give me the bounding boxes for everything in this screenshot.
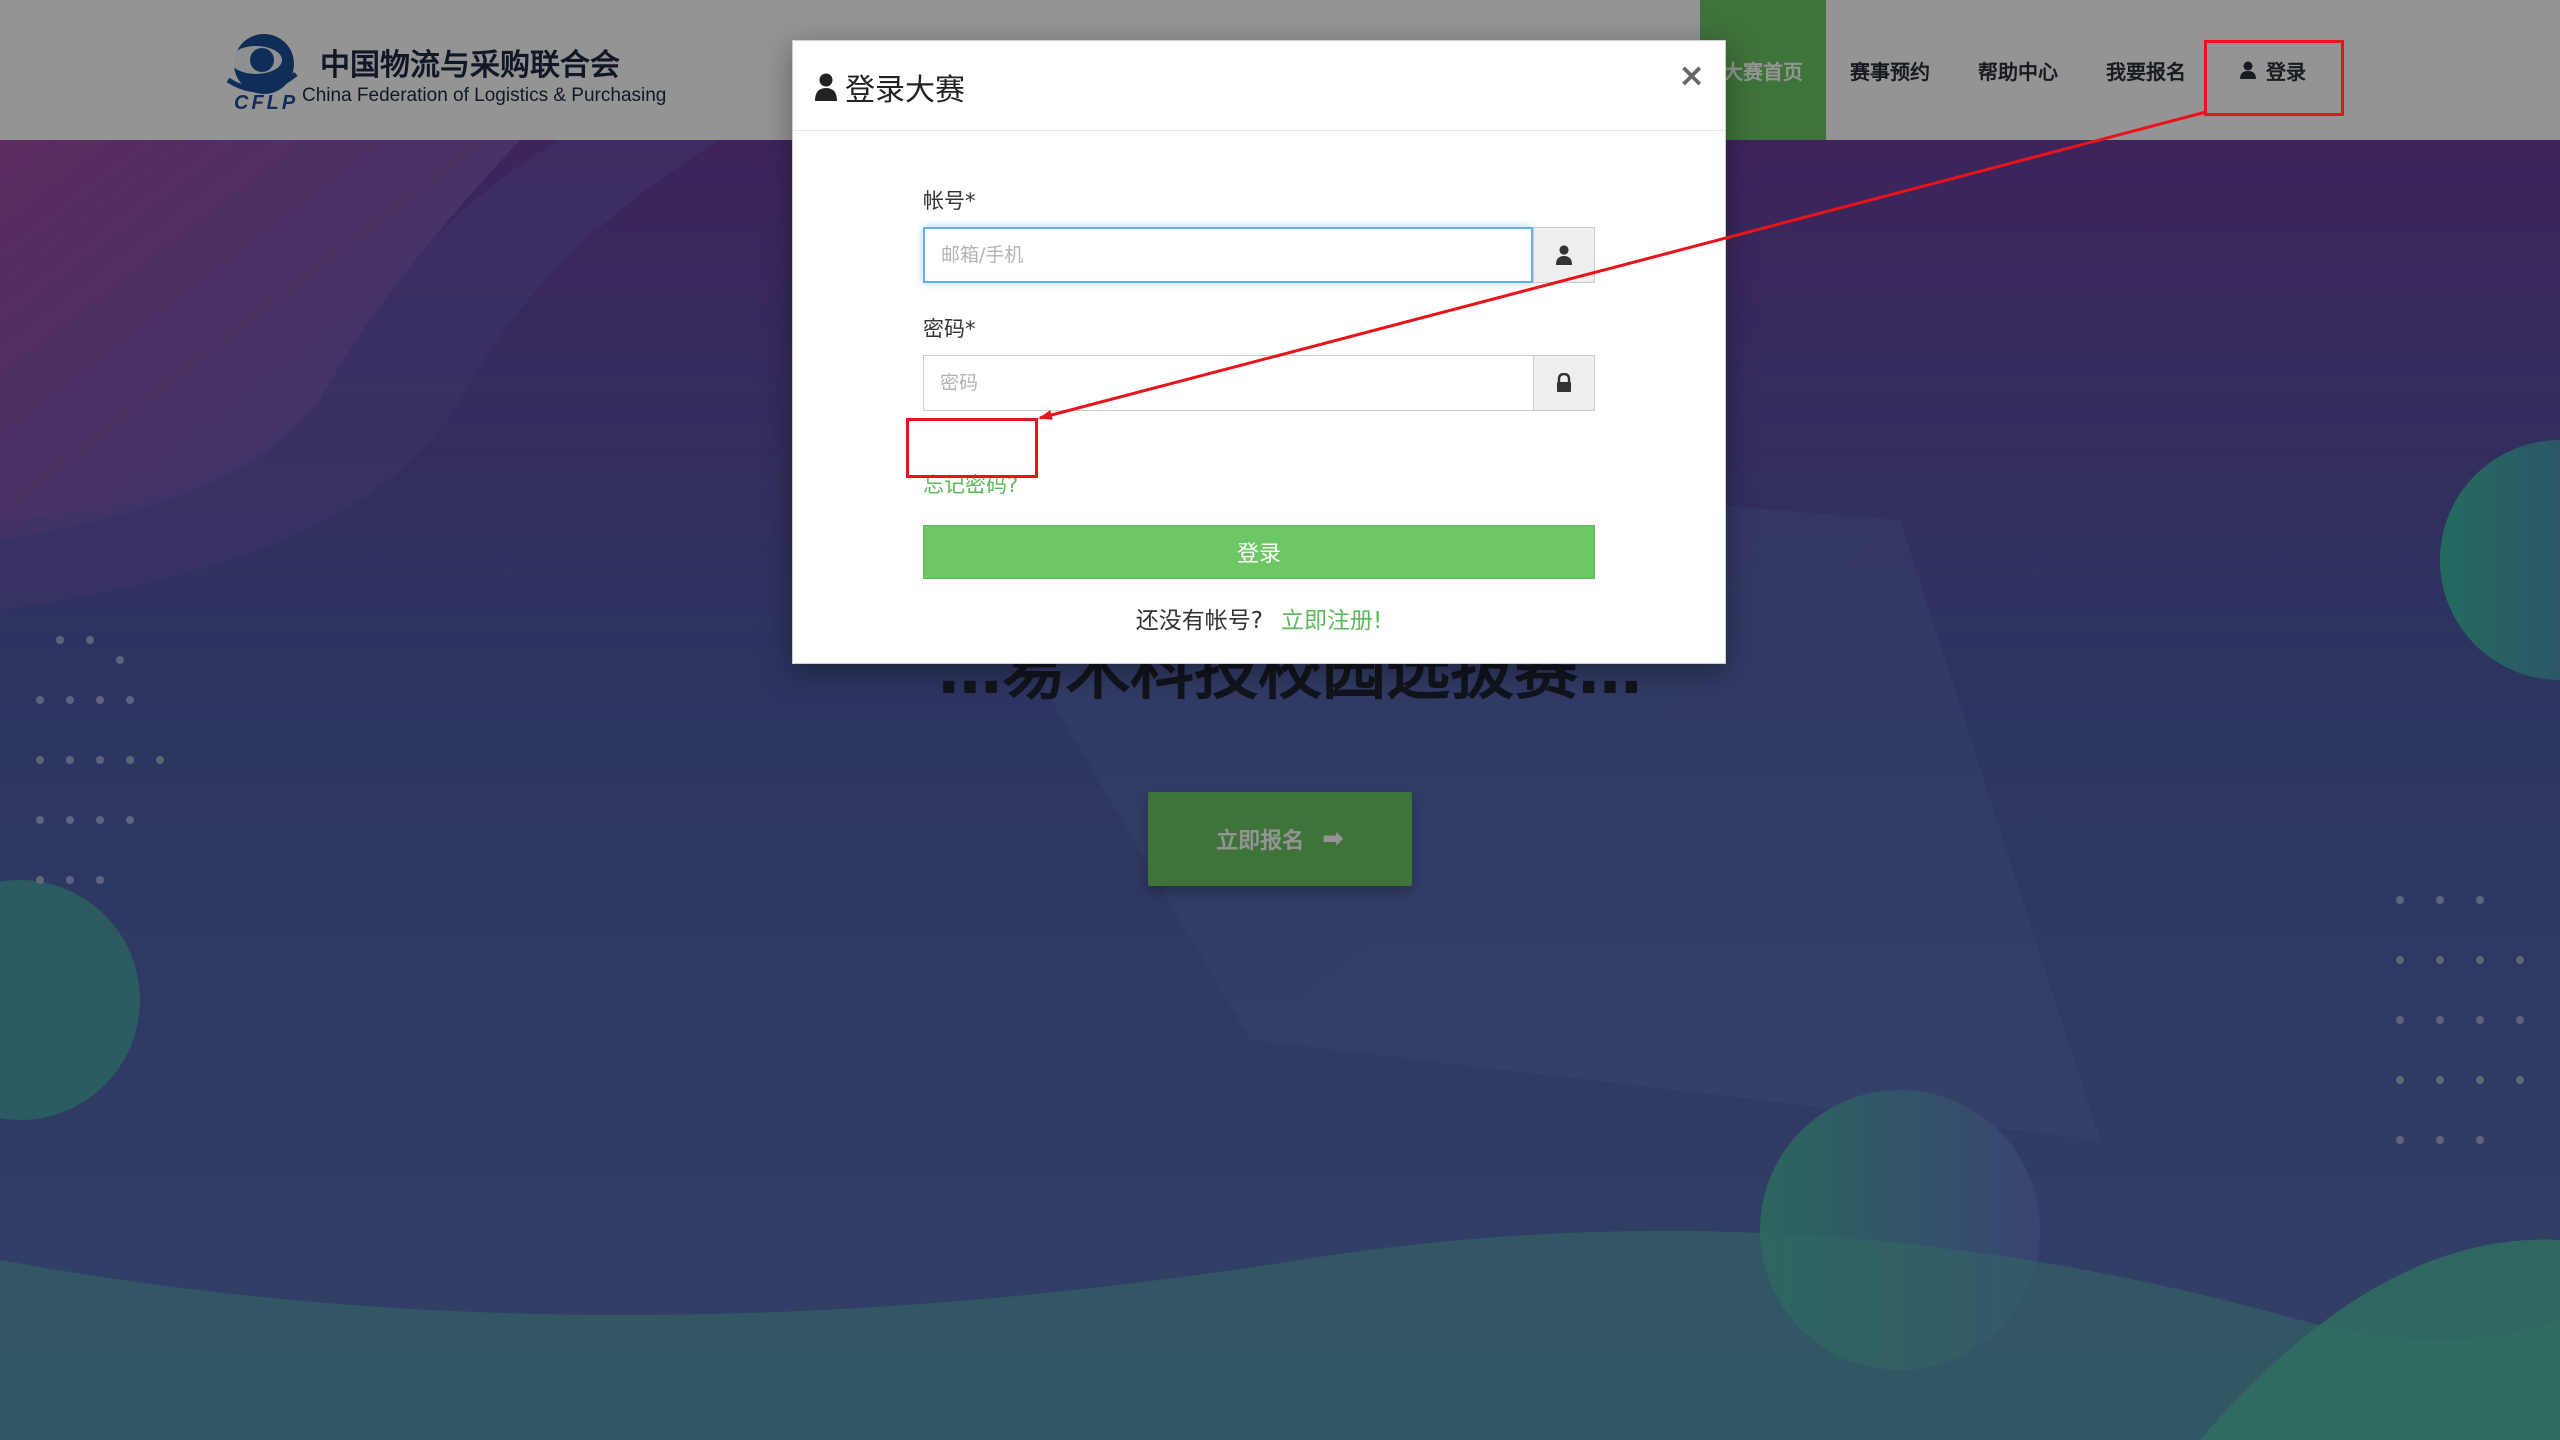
annotation-box-login <box>2204 40 2344 116</box>
register-prompt: 还没有帐号? 立即注册! <box>793 601 1725 635</box>
password-input-group <box>923 355 1595 411</box>
account-input-group <box>923 227 1595 283</box>
user-icon <box>1556 245 1572 265</box>
user-icon <box>815 73 837 101</box>
account-input[interactable] <box>923 227 1533 283</box>
account-label: 帐号* <box>923 189 976 213</box>
login-submit-button[interactable]: 登录 <box>923 525 1595 579</box>
modal-title-text: 登录大赛 <box>845 73 965 108</box>
modal-header: 登录大赛 × <box>793 41 1725 131</box>
password-input[interactable] <box>923 355 1533 411</box>
modal-title: 登录大赛 <box>815 65 965 109</box>
no-account-text: 还没有帐号? <box>1135 608 1263 634</box>
password-label: 密码* <box>923 317 976 341</box>
lock-icon <box>1557 373 1571 392</box>
password-addon <box>1533 355 1595 411</box>
account-addon <box>1533 227 1595 283</box>
login-modal: 登录大赛 × 帐号* 密码* 忘记密码? 登录 还没有帐号?立即注册! <box>792 40 1726 664</box>
register-link[interactable]: 立即注册! <box>1281 608 1382 634</box>
annotation-box-forgot-password <box>906 418 1038 478</box>
close-icon[interactable]: × <box>1678 59 1705 91</box>
